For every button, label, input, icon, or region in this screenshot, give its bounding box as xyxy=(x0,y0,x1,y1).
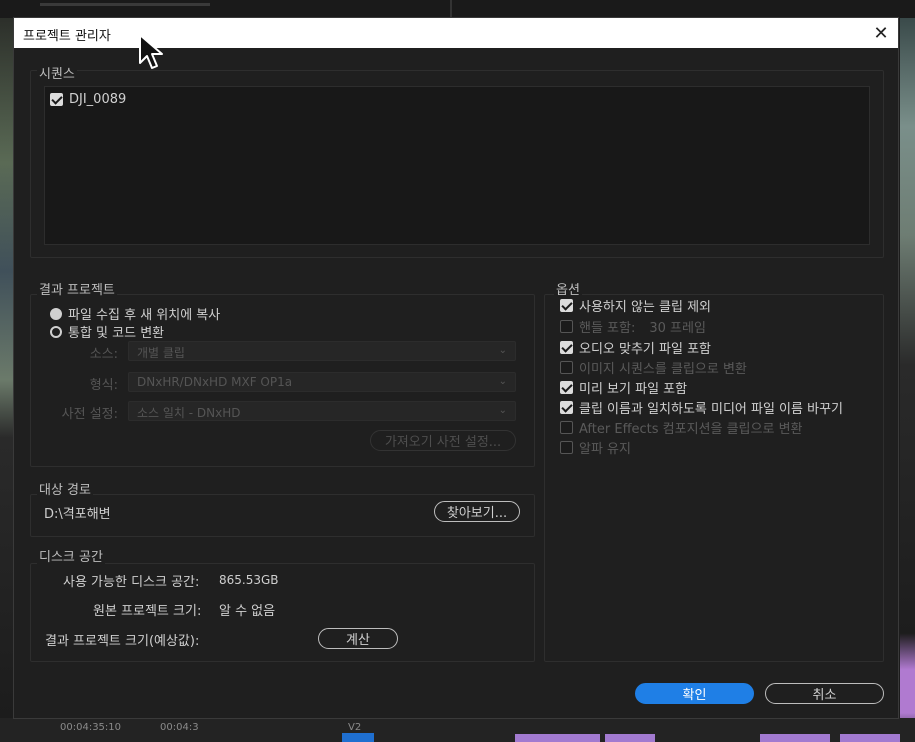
timeline-track-label[interactable]: V2 xyxy=(348,722,361,733)
background-divider xyxy=(40,3,210,6)
available-space-value: 865.53GB xyxy=(219,573,279,587)
convert-image-sequence-checkbox[interactable] xyxy=(560,361,573,374)
background-timeline: 00:04:35:10 00:04:3 V2 xyxy=(0,718,915,742)
chevron-down-icon: ⌄ xyxy=(498,376,507,387)
convert-ae-comp-option[interactable]: After Effects 컴포지션을 클립으로 변환 xyxy=(560,418,803,437)
project-manager-dialog: 프로젝트 관리자 ✕ 시퀀스 DJI_0089 결과 프로젝트 파일 수집 후 … xyxy=(13,17,899,719)
dialog-title: 프로젝트 관리자 xyxy=(23,29,111,44)
background-app-toolbar xyxy=(0,0,915,18)
copy-radio[interactable] xyxy=(50,307,62,320)
include-preview-label: 미리 보기 파일 포함 xyxy=(579,382,688,397)
mouse-cursor-icon xyxy=(139,34,163,69)
timeline-playhead-region xyxy=(342,733,374,742)
timeline-clip[interactable] xyxy=(760,734,830,742)
include-audio-conform-checkbox[interactable] xyxy=(560,341,573,354)
include-handles-checkbox[interactable] xyxy=(560,320,573,333)
include-audio-conform-option[interactable]: 오디오 맞추기 파일 포함 xyxy=(560,338,711,357)
browse-button[interactable]: 찾아보기... xyxy=(434,501,520,522)
cancel-button[interactable]: 취소 xyxy=(765,683,884,704)
include-preview-checkbox[interactable] xyxy=(560,381,573,394)
convert-ae-comp-label: After Effects 컴포지션을 클립으로 변환 xyxy=(579,422,803,437)
handles-frames-value[interactable]: 30 프레임 xyxy=(649,317,706,336)
preset-select[interactable]: 소스 일치 - DNxHD ⌄ xyxy=(128,401,516,421)
source-project-size-value: 알 수 없음 xyxy=(219,604,276,619)
include-handles-label: 핸들 포함: xyxy=(579,321,636,336)
timeline-clip[interactable] xyxy=(515,734,600,742)
result-project-legend: 결과 프로젝트 xyxy=(37,279,117,298)
preset-value: 소스 일치 - DNxHD xyxy=(137,406,241,420)
background-program-monitor-edge xyxy=(0,18,14,742)
consolidate-radio[interactable] xyxy=(50,325,62,338)
exclude-unused-option[interactable]: 사용하지 않는 클립 제외 xyxy=(560,296,711,315)
copy-option-label: 파일 수집 후 새 위치에 복사 xyxy=(68,308,221,323)
preserve-alpha-option[interactable]: 알파 유지 xyxy=(560,438,631,457)
result-project-size-label: 결과 프로젝트 크기(예상값): xyxy=(45,634,200,649)
close-icon[interactable]: ✕ xyxy=(870,22,892,44)
exclude-unused-checkbox[interactable] xyxy=(560,299,573,312)
destination-legend: 대상 경로 xyxy=(37,479,93,498)
rename-media-option[interactable]: 클립 이름과 일치하도록 미디어 파일 이름 바꾸기 xyxy=(560,398,843,417)
include-preview-option[interactable]: 미리 보기 파일 포함 xyxy=(560,378,687,397)
convert-image-sequence-option[interactable]: 이미지 시퀀스를 클립으로 변환 xyxy=(560,358,747,377)
preserve-alpha-label: 알파 유지 xyxy=(579,442,631,457)
background-preview-edge xyxy=(900,18,915,742)
preserve-alpha-checkbox[interactable] xyxy=(560,441,573,454)
available-space-label: 사용 가능한 디스크 공간: xyxy=(63,575,200,590)
convert-ae-comp-checkbox[interactable] xyxy=(560,421,573,434)
consolidate-option[interactable]: 통합 및 코드 변환 xyxy=(50,322,164,341)
source-project-size-label: 원본 프로젝트 크기: xyxy=(93,604,202,619)
background-divider xyxy=(450,0,452,18)
timeline-timecode: 00:04:3 xyxy=(160,722,199,733)
source-select[interactable]: 개별 클립 ⌄ xyxy=(128,341,516,361)
chevron-down-icon: ⌄ xyxy=(498,405,507,416)
format-value: DNxHR/DNxHD MXF OP1a xyxy=(137,375,293,389)
chevron-down-icon: ⌄ xyxy=(498,345,507,356)
timeline-clip[interactable] xyxy=(840,734,900,742)
calculate-button[interactable]: 계산 xyxy=(318,628,398,649)
copy-option[interactable]: 파일 수집 후 새 위치에 복사 xyxy=(50,304,220,323)
format-select[interactable]: DNxHR/DNxHD MXF OP1a ⌄ xyxy=(128,372,516,392)
ok-button[interactable]: 확인 xyxy=(635,683,754,704)
import-preset-button[interactable]: 가져오기 사전 설정... xyxy=(370,430,516,451)
timeline-timecode: 00:04:35:10 xyxy=(60,722,122,733)
consolidate-option-label: 통합 및 코드 변환 xyxy=(68,326,165,341)
sequence-checkbox[interactable] xyxy=(50,93,63,106)
exclude-unused-label: 사용하지 않는 클립 제외 xyxy=(579,300,711,315)
source-label: 소스: xyxy=(89,347,118,362)
rename-media-label: 클립 이름과 일치하도록 미디어 파일 이름 바꾸기 xyxy=(579,402,843,417)
preset-label: 사전 설정: xyxy=(61,407,118,422)
convert-image-sequence-label: 이미지 시퀀스를 클립으로 변환 xyxy=(579,362,747,377)
format-label: 형식: xyxy=(89,378,118,393)
sequence-label: DJI_0089 xyxy=(69,92,127,107)
source-value: 개별 클립 xyxy=(137,346,185,360)
destination-path: D:\격포해변 xyxy=(44,507,111,522)
include-audio-conform-label: 오디오 맞추기 파일 포함 xyxy=(579,342,711,357)
include-handles-option[interactable]: 핸들 포함: 30 프레임 xyxy=(560,317,706,336)
sequences-legend: 시퀀스 xyxy=(37,63,77,82)
rename-media-checkbox[interactable] xyxy=(560,401,573,414)
disk-space-legend: 디스크 공간 xyxy=(37,546,105,565)
sequence-item[interactable]: DJI_0089 xyxy=(50,92,126,107)
sequence-list[interactable]: DJI_0089 xyxy=(44,86,870,245)
timeline-clip[interactable] xyxy=(605,734,655,742)
